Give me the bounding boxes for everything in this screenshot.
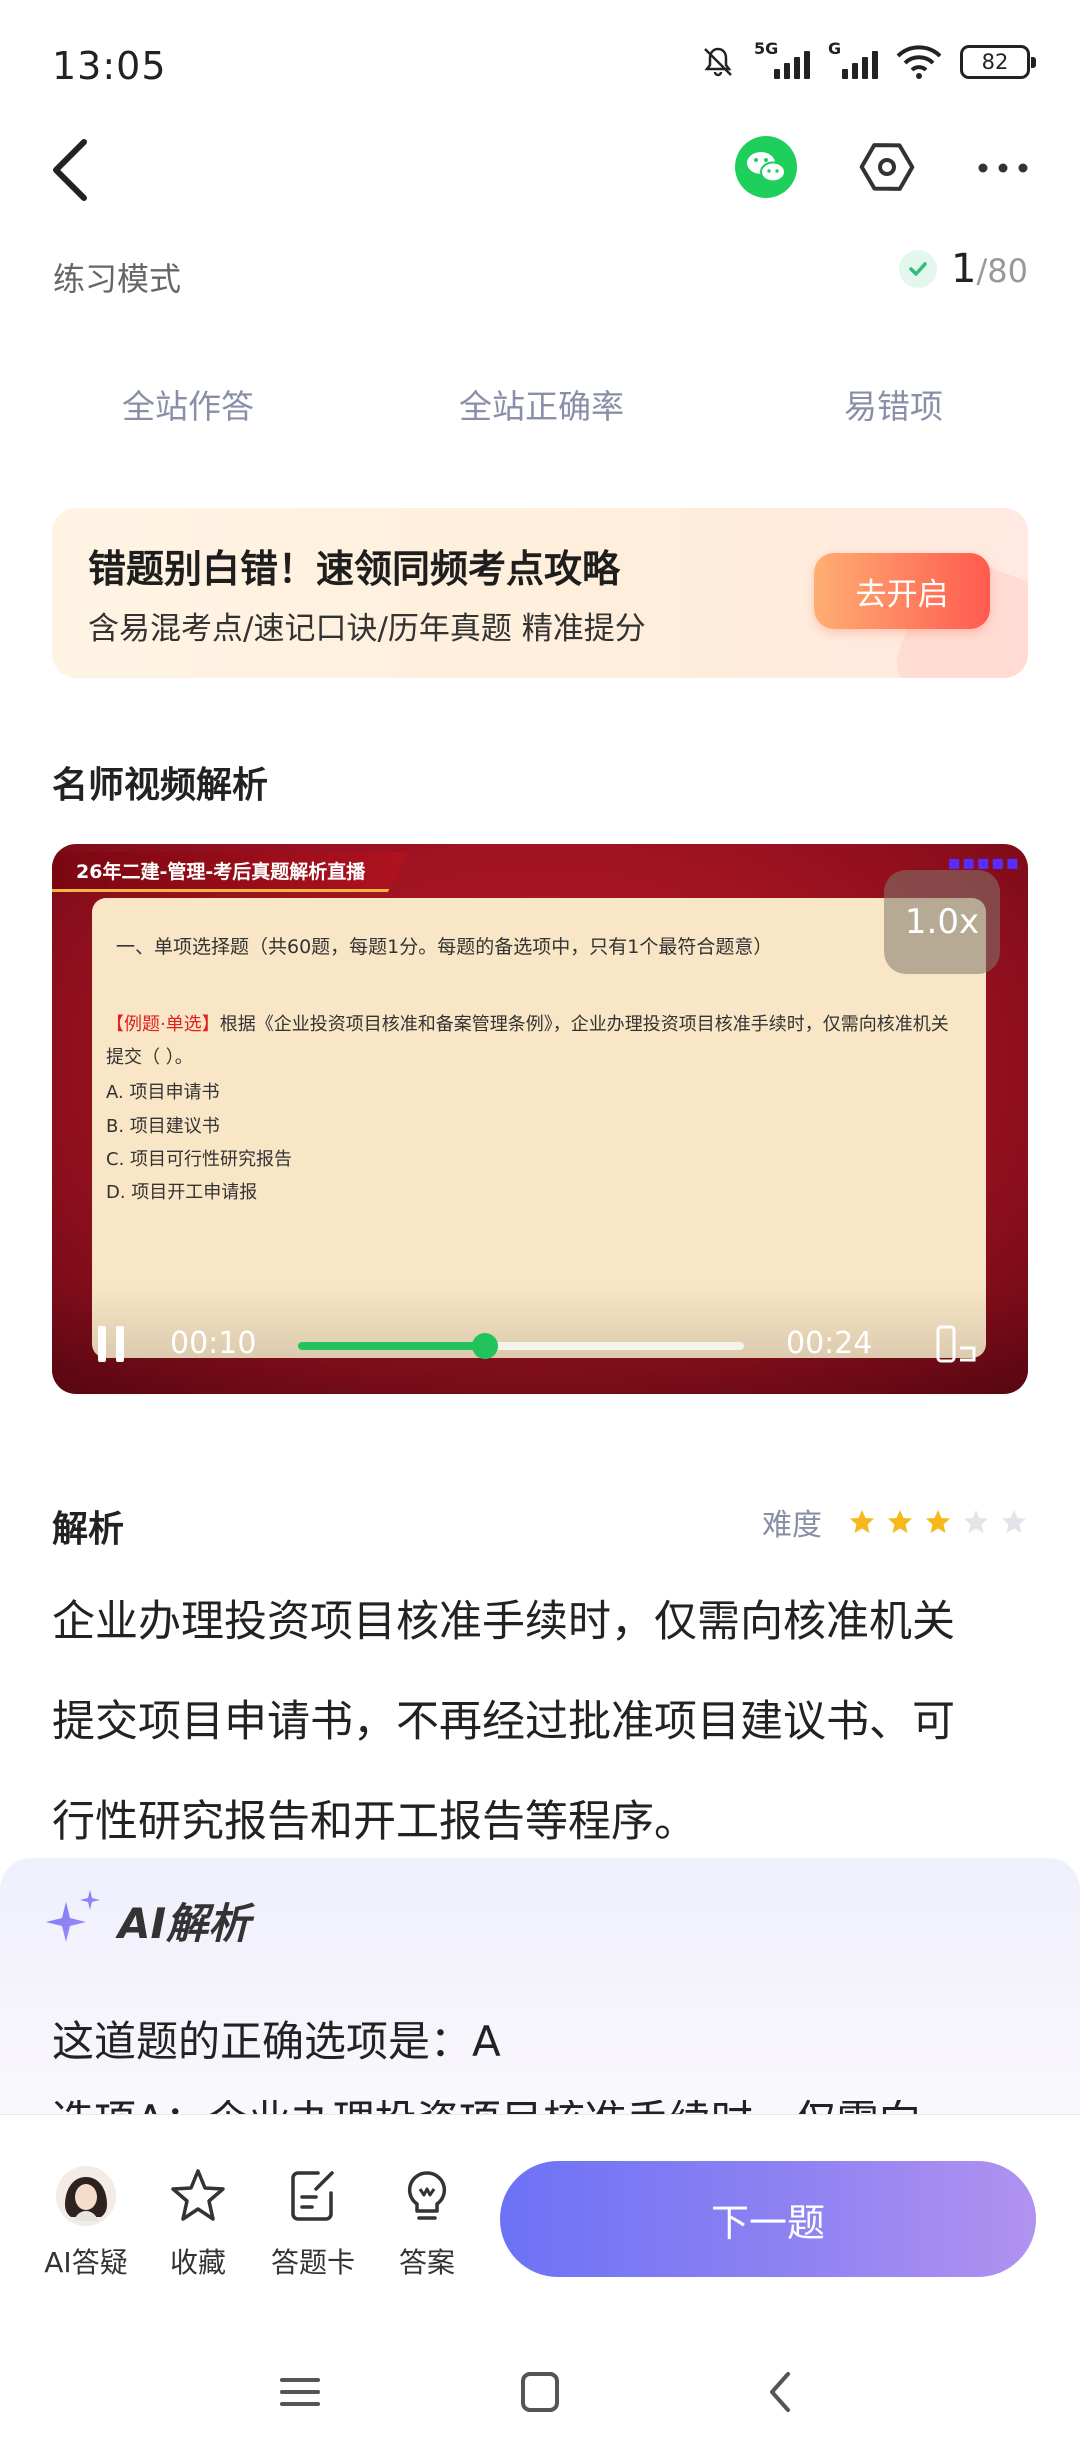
answer-button[interactable]: 答案 [367, 2165, 487, 2281]
video-time-total: 00:24 [786, 1326, 873, 1361]
chevron-left-icon [53, 139, 87, 201]
check-icon [899, 250, 938, 288]
video-section-title: 名师视频解析 [52, 765, 269, 806]
progress-total: /80 [976, 252, 1029, 290]
lightbulb-icon [407, 2171, 447, 2220]
favorite-label: 收藏 [169, 2246, 226, 2279]
analysis-line: 企业办理投资项目核准手续时，仅需向核准机关 [52, 1597, 955, 1647]
video-time-current: 00:10 [170, 1326, 257, 1361]
settings-button[interactable] [856, 136, 918, 198]
analysis-line: 行性研究报告和开工报告等程序。 [52, 1797, 697, 1847]
seek-handle[interactable] [472, 1333, 499, 1359]
stat-accuracy: 全站正确率 [459, 387, 624, 426]
analysis-line: 提交项目申请书，不再经过批准项目建议书、可 [52, 1697, 955, 1747]
back-nav-button[interactable] [750, 2362, 810, 2422]
hexagon-settings-icon [859, 143, 915, 191]
signal-5g-icon: 5G [754, 39, 810, 79]
more-button[interactable] [975, 148, 1031, 188]
ai-avatar-icon [56, 2166, 116, 2226]
star-filled-icon [926, 1510, 950, 1533]
video-seek-bar[interactable] [298, 1333, 744, 1359]
stat-total-answers: 全站作答 [122, 387, 254, 426]
promo-banner[interactable]: 错题别白错！速领同频考点攻略 含易混考点/速记口诀/历年真题 精准提分 去开启 [52, 508, 1028, 678]
more-dots-icon [978, 163, 1028, 173]
status-icons: 5G G 82 [700, 39, 1036, 80]
video-tag: 26年二建-管理-考后真题解析直播 [52, 852, 410, 892]
battery-icon: 82 [960, 45, 1036, 79]
back-button[interactable] [44, 130, 104, 210]
answer-label: 答案 [398, 2246, 455, 2279]
home-square-icon [521, 2372, 559, 2412]
analysis-title: 解析 [52, 1509, 125, 1550]
star-filled-icon [850, 1510, 874, 1533]
difficulty-stars [848, 1508, 1028, 1536]
ai-analysis-panel: AI解析 这道题的正确选项是：A 选项A：企业办理投资项目核准手续时，仅需向 [0, 1858, 1080, 2118]
network-label-1: 5G [754, 39, 779, 58]
answer-card-icon [291, 2171, 334, 2221]
wifi-icon [896, 45, 942, 79]
slide-option: B. 项目建议书 [106, 1116, 220, 1137]
status-time: 13:05 [52, 44, 167, 88]
battery-level: 82 [981, 50, 1009, 74]
network-label-2: G [828, 39, 842, 58]
stat-error-prone: 易错项 [844, 387, 943, 426]
menu-icon [280, 2378, 320, 2406]
slide-question: 【例题·单选】根据《企业投资项目核准和备案管理条例》，企业办理投资项目核准手续时… [106, 1008, 966, 1074]
star-empty-icon [1002, 1510, 1026, 1533]
banner-open-button[interactable]: 去开启 [814, 553, 990, 629]
seek-fill [298, 1342, 486, 1350]
ai-qa-button[interactable]: AI答疑 [26, 2165, 146, 2281]
sparkle-icon [46, 1890, 100, 1942]
question-progress: 1/80 [899, 246, 1028, 292]
wechat-share-button[interactable] [735, 136, 797, 198]
difficulty-label: 难度 [762, 1508, 822, 1543]
ai-answer-text: 这道题的正确选项是：A [52, 2017, 501, 2066]
pause-icon [98, 1326, 106, 1362]
video-player[interactable]: 26年二建-管理-考后真题解析直播 ▪▪▪▪▪ 一、单项选择题（共60题，每题1… [52, 844, 1028, 1394]
stats-row: 全站作答 全站正确率 易错项 [0, 380, 1080, 440]
ai-analysis-title: AI解析 [118, 1899, 251, 1948]
star-outline-icon [171, 2169, 225, 2221]
fullscreen-rotate-icon [936, 1325, 976, 1363]
menu-nav-button[interactable] [270, 2362, 330, 2422]
answer-card-label: 答题卡 [270, 2246, 355, 2279]
bottom-action-bar: AI答疑 收藏 答题卡 答案 下一题 [0, 2114, 1080, 2314]
home-nav-button[interactable] [509, 2362, 569, 2422]
banner-subtitle: 含易混考点/速记口诀/历年真题 精准提分 [88, 611, 646, 647]
slide-option: C. 项目可行性研究报告 [106, 1149, 293, 1170]
star-empty-icon [964, 1510, 988, 1533]
answer-card-button[interactable]: 答题卡 [253, 2165, 373, 2281]
back-arrow-icon [770, 2372, 790, 2412]
mode-label: 练习模式 [53, 260, 182, 298]
signal-g-icon: G [828, 39, 878, 79]
analysis-text: 企业办理投资项目核准手续时，仅需向核准机关 提交项目申请书，不再经过批准项目建议… [52, 1572, 1028, 1872]
slide-heading: 一、单项选择题（共60题，每题1分。每题的备选项中，只有1个最符合题意） [116, 936, 773, 958]
playback-speed-button[interactable]: 1.0x [884, 870, 1000, 974]
ai-qa-label: AI答疑 [44, 2246, 128, 2279]
fullscreen-button[interactable] [934, 1324, 982, 1364]
slide-option: A. 项目申请书 [106, 1082, 220, 1103]
wechat-icon [747, 152, 786, 183]
star-filled-icon [888, 1510, 912, 1533]
difficulty-rating: 难度 [762, 1500, 1028, 1544]
next-question-button[interactable]: 下一题 [500, 2161, 1036, 2277]
slide-tag: 【例题·单选】 [106, 1014, 220, 1035]
pause-button[interactable] [98, 1326, 126, 1362]
mute-bell-icon [704, 47, 732, 77]
video-controls: 00:10 00:24 [52, 1284, 1028, 1394]
favorite-button[interactable]: 收藏 [138, 2165, 258, 2281]
system-nav-bar [0, 2314, 1080, 2460]
slide-option: D. 项目开工申请报 [106, 1182, 258, 1203]
progress-current: 1 [951, 246, 977, 292]
slide-question-text: 根据《企业投资项目核准和备案管理条例》，企业办理投资项目核准手续时，仅需向核准机… [106, 1014, 949, 1068]
banner-title: 错题别白错！速领同频考点攻略 [88, 547, 621, 591]
